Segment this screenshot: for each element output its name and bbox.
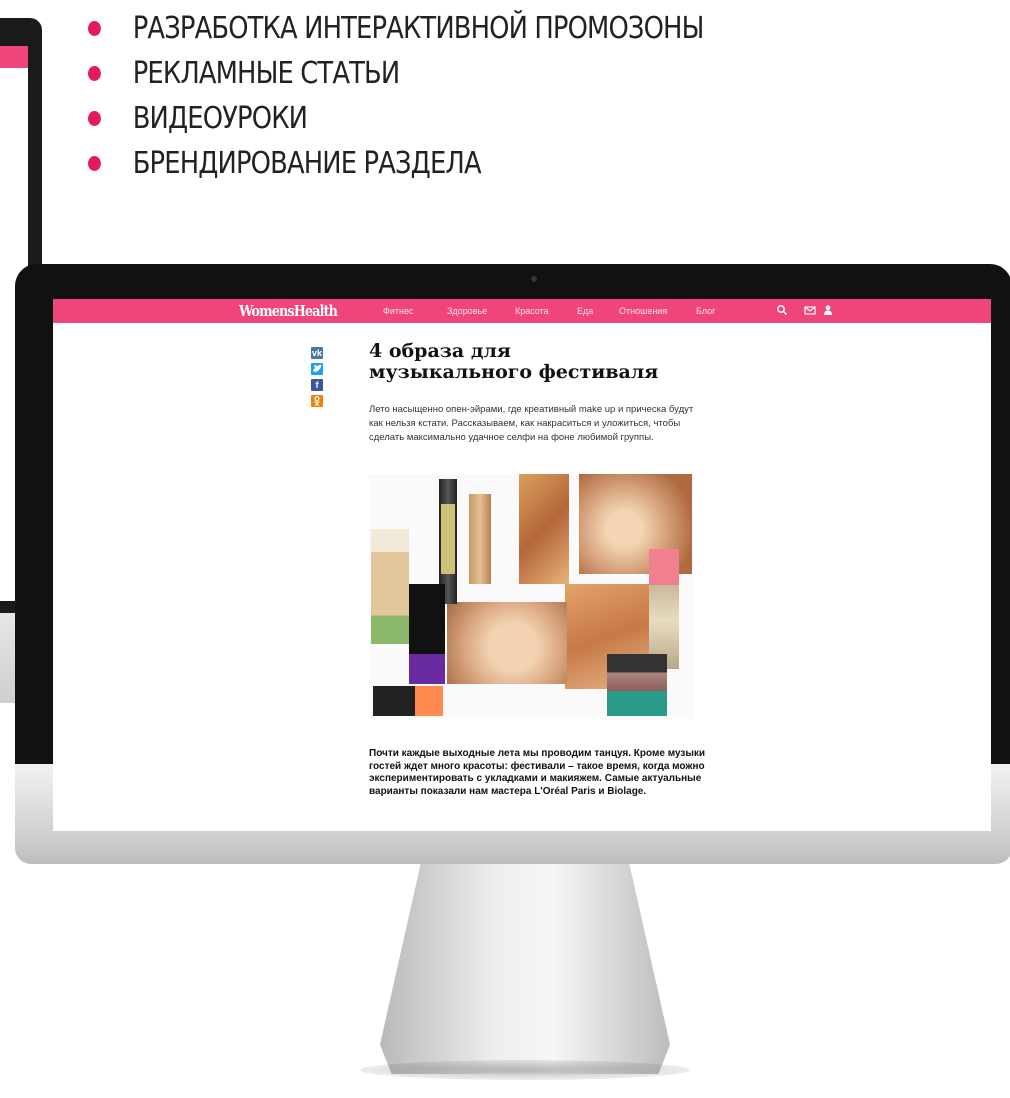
nav-item-food[interactable]: Еда xyxy=(577,306,593,316)
user-icon[interactable] xyxy=(822,304,834,316)
product-collage-image xyxy=(369,474,694,719)
feature-item: ВИДЕОУРОКИ xyxy=(88,96,703,141)
twitter-share-icon[interactable] xyxy=(311,363,323,375)
eye-makeup-photo xyxy=(447,602,567,684)
monitor-stand xyxy=(380,864,670,1074)
nav-item-fitness[interactable]: Фитнес xyxy=(383,306,413,316)
lipgloss-product xyxy=(441,504,455,574)
eyeshadow-palette xyxy=(607,654,667,716)
bird-icon xyxy=(313,364,322,372)
feature-item: РЕКЛАМНЫЕ СТАТЬИ xyxy=(88,51,703,96)
site-logo[interactable]: WomensHealth xyxy=(239,302,338,320)
lipstick-product xyxy=(649,549,679,669)
foundation-bottle xyxy=(371,529,409,644)
background-device-header xyxy=(0,46,28,68)
vk-share-icon[interactable]: vk xyxy=(311,347,323,359)
facebook-share-icon[interactable]: f xyxy=(311,379,323,391)
site-header: WomensHealth Фитнес Здоровье Красота Еда… xyxy=(53,299,991,323)
search-icon[interactable] xyxy=(776,304,788,316)
article-lead: Лето насыщенно опен-эйрами, где креативн… xyxy=(369,404,694,443)
article-title: 4 образа для музыкального фестиваля xyxy=(369,340,659,383)
website-screen: WomensHealth Фитнес Здоровье Красота Еда… xyxy=(53,299,991,831)
bullet-icon xyxy=(88,111,101,126)
bullet-icon xyxy=(88,66,101,81)
eyeliner-product xyxy=(373,686,443,716)
feature-item: БРЕНДИРОВАНИЕ РАЗДЕЛА xyxy=(88,141,703,186)
nav-item-health[interactable]: Здоровье xyxy=(447,306,487,316)
odnoklassniki-share-icon[interactable] xyxy=(311,395,323,407)
feature-item: РАЗРАБОТКА ИНТЕРАКТИВНОЙ ПРОМОЗОНЫ xyxy=(88,6,704,51)
camera-icon xyxy=(531,276,537,282)
bullet-icon xyxy=(88,156,101,171)
serum-product xyxy=(469,494,491,584)
nav-item-blog[interactable]: Блог xyxy=(696,306,715,316)
stand-shadow xyxy=(360,1060,690,1080)
nav-item-beauty[interactable]: Красота xyxy=(515,306,549,316)
feature-list: РАЗРАБОТКА ИНТЕРАКТИВНОЙ ПРОМОЗОНЫ РЕКЛА… xyxy=(88,6,804,186)
hair-photo xyxy=(519,474,569,584)
mail-icon[interactable] xyxy=(804,304,816,316)
hair-color-tube xyxy=(409,584,445,684)
nav-item-relationships[interactable]: Отношения xyxy=(619,306,667,316)
article-body: Почти каждые выходные лета мы проводим т… xyxy=(369,748,706,797)
bullet-icon xyxy=(88,21,101,36)
ok-icon xyxy=(314,396,320,406)
